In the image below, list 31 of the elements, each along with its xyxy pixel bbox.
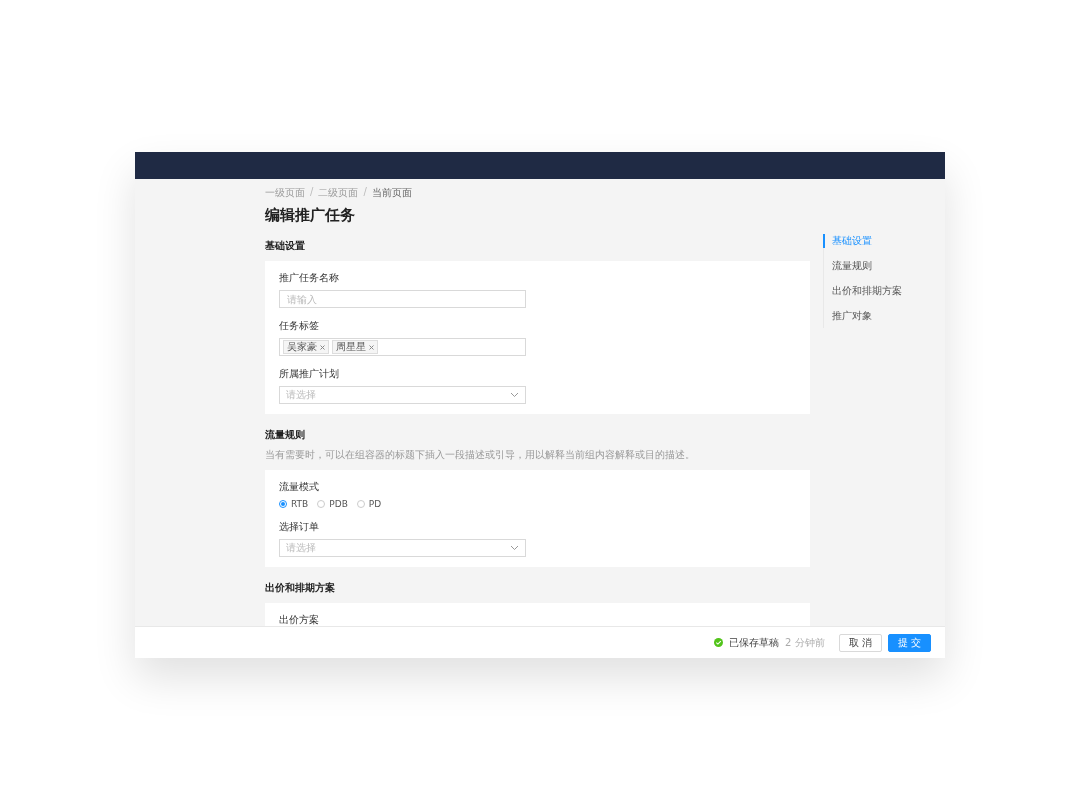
radio-option[interactable]: PD xyxy=(356,499,382,509)
breadcrumb-link[interactable]: 当前页面 xyxy=(371,186,412,200)
anchor-link[interactable]: 流量规则 xyxy=(823,259,902,273)
save-status: 已保存草稿 xyxy=(729,635,780,650)
field-label: 推广任务名称 xyxy=(279,271,340,285)
radio-option[interactable]: RTB xyxy=(279,499,309,509)
tag: 周星星 xyxy=(332,340,378,354)
field-label: 所属推广计划 xyxy=(279,367,340,381)
field-label: 流量模式 xyxy=(279,480,320,494)
input-field[interactable]: 请输入 xyxy=(279,290,526,308)
tag-input-field[interactable]: 吴家豪 周星星 xyxy=(279,338,526,356)
close-icon[interactable] xyxy=(369,344,374,350)
field-label: 选择订单 xyxy=(279,520,320,534)
page-title: 编辑推广任务 xyxy=(265,206,356,225)
field-label: 出价方案 xyxy=(279,613,320,626)
field-label: 任务标签 xyxy=(279,319,320,333)
section-title: 流量规则 xyxy=(265,428,306,442)
chevron-down-icon xyxy=(510,545,519,551)
breadcrumb-separator: / xyxy=(310,186,314,199)
chevron-down-icon xyxy=(510,392,519,398)
section-title: 出价和排期方案 xyxy=(265,581,336,595)
cancel-button[interactable]: 取 消 xyxy=(838,633,882,652)
section-title: 基础设置 xyxy=(265,239,306,253)
anchor-link[interactable]: 推广对象 xyxy=(823,309,902,323)
check-circle-icon xyxy=(714,638,724,647)
tag: 吴家豪 xyxy=(283,340,329,354)
save-time: 2 分钟前 xyxy=(785,635,825,650)
radio-option[interactable]: PDB xyxy=(317,499,348,509)
close-icon[interactable] xyxy=(320,344,325,350)
anchor-link[interactable]: 出价和排期方案 xyxy=(823,284,902,298)
breadcrumb-separator: / xyxy=(363,186,367,199)
